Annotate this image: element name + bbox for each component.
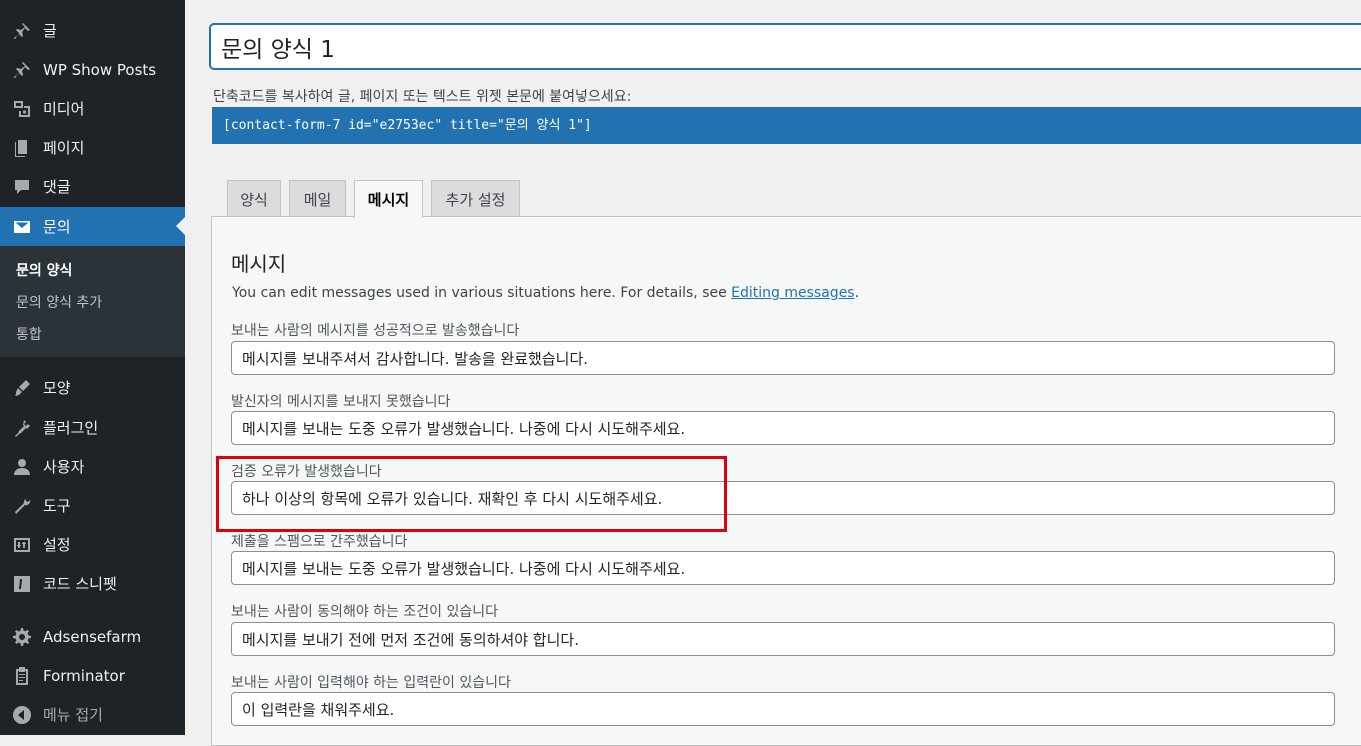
users-icon [11,456,33,478]
shortcode-field[interactable]: [contact-form-7 id="e2753ec" title="문의 양… [212,107,1361,144]
menu-item-plugins[interactable]: 플러그인 [0,408,185,447]
clipboard-icon [11,665,33,687]
submenu-integration[interactable]: 통합 [16,324,42,344]
field-input-invalid-required[interactable] [231,692,1335,726]
editing-messages-link[interactable]: Editing messages [731,285,854,301]
field-input-mail-sent-ng[interactable] [231,411,1335,445]
menu-label: Forminator [43,666,125,685]
field-label-mail-sent-ng: 발신자의 메시지를 보내지 못했습니다 [231,394,451,410]
field-input-mail-sent-ok[interactable] [231,341,1335,375]
menu-label: 메뉴 접기 [43,706,103,724]
menu-label: 문의 [43,218,71,236]
tab-additional-settings[interactable]: 추가 설정 [431,180,520,217]
menu-item-posts[interactable]: 글 [0,11,185,50]
menu-item-media[interactable]: 미디어 [0,89,185,128]
description-text: You can edit messages used in various si… [232,285,732,301]
tab-form[interactable]: 양식 [227,180,281,217]
tab-messages[interactable]: 메시지 [354,180,423,218]
tab-mail[interactable]: 메일 [289,180,346,217]
menu-label: 페이지 [43,139,85,157]
media-icon [11,98,33,120]
menu-item-comments[interactable]: 댓글 [0,167,185,206]
form-title-input[interactable] [210,24,1361,69]
field-label-spam: 제출을 스팸으로 간주했습니다 [231,534,408,550]
menu-label: WP Show Posts [43,60,157,79]
menu-item-pages[interactable]: 페이지 [0,128,185,167]
menu-item-code-snippets[interactable]: 코드 스니펫 [0,564,185,603]
panel-description: You can edit messages used in various si… [232,285,859,301]
mail-icon [11,216,33,238]
menu-label: 코드 스니펫 [43,575,117,593]
menu-label: 미디어 [43,100,85,118]
menu-label: Adsensefarm [43,627,142,646]
menu-item-users[interactable]: 사용자 [0,447,185,486]
code-snippets-icon [11,573,33,595]
contact-submenu: 문의 양식 문의 양식 추가 통합 [0,246,185,357]
field-label-invalid-required: 보내는 사람이 입력해야 하는 입력란이 있습니다 [231,675,511,691]
tools-icon [11,495,33,517]
field-input-accept-terms[interactable] [231,622,1335,656]
menu-item-settings[interactable]: 설정 [0,525,185,564]
collapse-icon [11,704,33,726]
menu-item-tools[interactable]: 도구 [0,486,185,525]
menu-label: 댓글 [43,178,71,196]
pin-icon [11,59,33,81]
field-input-validation-error[interactable] [231,481,1335,515]
field-label-accept-terms: 보내는 사람이 동의해야 하는 조건이 있습니다 [231,604,498,620]
shortcode-hint: 단축코드를 복사하여 글, 페이지 또는 텍스트 위젯 본문에 붙여넣으세요: [213,89,632,105]
menu-item-forminator[interactable]: Forminator [0,656,185,695]
menu-label: 도구 [43,497,71,515]
panel-heading: 메시지 [231,252,287,276]
field-label-mail-sent-ok: 보내는 사람의 메시지를 성공적으로 발송했습니다 [231,323,520,339]
settings-icon [11,534,33,556]
submenu-add-contact-form[interactable]: 문의 양식 추가 [16,292,102,312]
collapse-menu-button[interactable]: 메뉴 접기 [0,695,185,734]
menu-label: 글 [43,22,57,40]
plugins-icon [11,417,33,439]
appearance-icon [11,377,33,399]
menu-label: 모양 [43,379,71,397]
submenu-contact-forms[interactable]: 문의 양식 [16,260,72,280]
menu-label: 사용자 [43,458,85,476]
menu-item-adsensefarm[interactable]: Adsensefarm [0,617,185,656]
gear-icon [11,626,33,648]
menu-label: 설정 [43,536,71,554]
pages-icon [11,137,33,159]
description-suffix: . [854,285,860,301]
menu-label: 플러그인 [43,419,99,437]
menu-item-contact[interactable]: 문의 [0,207,185,246]
field-label-validation-error: 검증 오류가 발생했습니다 [231,464,382,480]
admin-sidebar: 글 WP Show Posts 미디어 페이지 댓글 문의 문의 양식 문의 양… [0,0,185,735]
pin-icon [11,20,33,42]
comments-icon [11,176,33,198]
menu-item-appearance[interactable]: 모양 [0,368,185,407]
field-input-spam[interactable] [231,551,1335,585]
menu-item-wp-show-posts[interactable]: WP Show Posts [0,50,185,89]
